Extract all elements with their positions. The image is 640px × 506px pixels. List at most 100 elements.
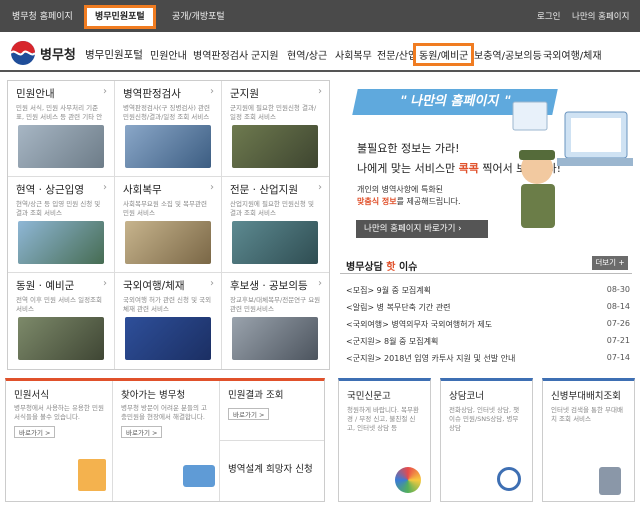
card-visiting-service[interactable]: 찾아가는 병무청 병무청 방문이 어려운 분들의 고충민원을 현장에서 해결합니… [113, 381, 220, 501]
nav-reserve[interactable]: 동원/예비군 [413, 43, 475, 66]
chevron-right-icon: › [210, 86, 214, 97]
tile-desc: 현역/상근 등 입영 민원 신청 및 결과 조회 서비스 [16, 200, 101, 217]
tile-exam[interactable]: 병역판정검사 병역판정검사(구 징병검사) 관련 민원신청/결과/일정 조회 서… [115, 81, 222, 177]
tile-title: 후보생 · 공보의등 [230, 280, 308, 292]
nav-military-apply[interactable]: 군지원 [251, 47, 279, 62]
tile-desc: 전역 이후 민원 서비스 일정조회 서비스 [16, 296, 103, 313]
tile-photo [18, 125, 104, 168]
tile-photo [18, 317, 104, 360]
tile-title: 병역판정검사 [123, 88, 181, 100]
chevron-right-icon: › [103, 86, 107, 97]
card-desc: 인터넷 검색을 통한 부대배치 조회 서비스 [551, 406, 623, 423]
clock-icon [497, 467, 521, 491]
card-desc: 병무청 방문이 어려운 분들의 고충민원을 현장에서 해결합니다. [121, 404, 208, 421]
tile-reserve[interactable]: 동원 · 예비군 전역 이후 민원 서비스 일정조회 서비스 › [8, 273, 115, 369]
tile-desc: 장교후보/대체복무/전문연구 요원 관련 민원서비스 [230, 296, 321, 313]
shortcut-button[interactable]: 바로가기 > [121, 426, 163, 438]
card-title: 민원결과 조회 [228, 390, 284, 401]
chevron-right-icon: › [103, 182, 107, 193]
document-icon [78, 459, 106, 491]
nav-exam[interactable]: 병역판정검사 [193, 47, 248, 62]
card-consult[interactable]: 상담코너 전화상담, 인터넷 상담, 챗이슈 민원/SNS상담, 병무상담 [440, 378, 533, 502]
tile-desc: 민원 서식, 민원 사무처리 기준표, 민원 서비스 등 관련 기타 안내 [16, 104, 103, 121]
tile-title: 현역 · 상근입영 [16, 184, 84, 196]
more-button[interactable]: 더보기 + [592, 256, 628, 270]
chevron-right-icon: › [103, 278, 107, 289]
issue-item[interactable]: <모집> 9월 중 모집계획 08-30 [346, 285, 630, 296]
tile-photo [125, 317, 211, 360]
card-career-design[interactable]: 병역설계 희망자 신청 [220, 455, 324, 501]
tile-title: 군지원 [230, 88, 259, 100]
card-desc: 청원하게 바랍니다. 복무환경 / 부정 신고, 불친절 신고, 인터넷 상담 … [347, 406, 419, 432]
dog-tag-icon [599, 467, 621, 495]
tile-social-service[interactable]: 사회복무 사회복무요원 소집 및 복무관련 민원 서비스 › [115, 177, 222, 273]
card-title: 신병부대배치조회 [551, 391, 621, 402]
tile-desc: 군지원에 필요한 민원신청 결과/일정 조회 서비스 [230, 104, 317, 121]
car-icon [183, 465, 215, 487]
tile-title: 동원 · 예비군 [16, 280, 75, 292]
shortcut-button[interactable]: 바로가기 > [228, 408, 270, 420]
tile-supplementary[interactable]: 후보생 · 공보의등 장교후보/대체복무/전문연구 요원 관련 민원서비스 › [222, 273, 329, 369]
soldier-laptop-illustration [512, 101, 633, 228]
tile-desc: 병역판정검사(구 징병검사) 관련 민원신청/결과/일정 조회 서비스 [123, 104, 210, 121]
card-forms[interactable]: 민원서식 병무청에서 사용하는 유용한 민원서식들을 볼수 있습니다. 바로가기… [6, 381, 113, 501]
my-homepage-button[interactable]: 나만의 홈페이지 바로가기 › [356, 220, 488, 238]
tile-title: 사회복무 [123, 184, 162, 196]
tile-photo [18, 221, 104, 264]
tile-professional[interactable]: 전문 · 산업지원 산업지원에 필요한 민원신청 및 결과 조회 서비스 › [222, 177, 329, 273]
tile-overseas[interactable]: 국외여행/체재 국외여행 허가 관련 신청 및 국외체재 관련 서비스 › [115, 273, 222, 369]
tile-desc: 국외여행 허가 관련 신청 및 국외체재 관련 서비스 [123, 296, 212, 313]
tile-desc: 사회복무요원 소집 및 복무관련 민원 서비스 [123, 200, 207, 217]
card-desc: 병무청에서 사용하는 유용한 민원서식들을 볼수 있습니다. [14, 404, 104, 421]
card-sinmungo[interactable]: 국민신문고 청원하게 바랍니다. 복무환경 / 부정 신고, 불친절 신고, 인… [338, 378, 431, 502]
tab-mma-home[interactable]: 병무청 홈페이지 [4, 8, 81, 26]
issue-item[interactable]: <군지원> 8월 중 모집계획 07-21 [346, 336, 630, 347]
nav-social-service[interactable]: 사회복무 [335, 47, 372, 62]
shortcut-button[interactable]: 바로가기 > [14, 426, 56, 438]
card-title: 병역설계 희망자 신청 [228, 464, 313, 475]
tile-photo [232, 317, 318, 360]
tile-title: 국외여행/체재 [123, 280, 185, 292]
chevron-right-icon: › [318, 86, 322, 97]
divider [340, 273, 632, 274]
card-title: 국민신문고 [347, 391, 391, 402]
tile-military-apply[interactable]: 군지원 군지원에 필요한 민원신청 결과/일정 조회 서비스 › [222, 81, 329, 177]
tile-photo [232, 221, 318, 264]
card-title: 찾아가는 병무청 [121, 390, 186, 401]
chevron-right-icon: › [210, 182, 214, 193]
tile-civil-guide[interactable]: 민원안내 민원 서식, 민원 사무처리 기준표, 민원 서비스 등 관련 기타 … [8, 81, 115, 177]
card-title: 상담코너 [449, 391, 484, 402]
chevron-right-icon: › [210, 278, 214, 289]
tab-open-portal[interactable]: 공개/개방포털 [164, 8, 233, 26]
bottom-left-panel: 민원서식 병무청에서 사용하는 유용한 민원서식들을 볼수 있습니다. 바로가기… [5, 378, 325, 502]
tile-active-duty[interactable]: 현역 · 상근입영 현역/상근 등 입영 민원 신청 및 결과 조회 서비스 › [8, 177, 115, 273]
card-title: 민원서식 [14, 390, 49, 401]
card-unit-assignment[interactable]: 신병부대배치조회 인터넷 검색을 통한 부대배치 조회 서비스 [542, 378, 635, 502]
nav-supplementary[interactable]: 보충역/공보의등 [474, 47, 542, 62]
nav-civil-guide[interactable]: 민원안내 [150, 47, 187, 62]
tile-title: 민원안내 [16, 88, 55, 100]
mma-logo-icon[interactable] [8, 40, 38, 66]
chevron-right-icon: › [318, 182, 322, 193]
issue-item[interactable]: <국외여행> 병역의무자 국외여행허가 제도 07-26 [346, 319, 630, 330]
promo-line1: 불필요한 정보는 가라! [357, 142, 460, 155]
login-link[interactable]: 로그인 [537, 8, 560, 26]
lollipop-icon [395, 467, 421, 493]
bottom-right-panel: 국민신문고 청원하게 바랍니다. 복무환경 / 부정 신고, 불친절 신고, 인… [338, 378, 635, 502]
portal-title[interactable]: 병무민원포털 [85, 47, 143, 62]
my-homepage-link[interactable]: 나만의 홈페이지 [572, 8, 629, 26]
nav-active-duty[interactable]: 현역/상근 [287, 47, 327, 62]
issue-item[interactable]: <군지원> 2018년 입영 카투사 지원 및 선발 안내 07-14 [346, 353, 630, 364]
issue-item[interactable]: <알림> 병 복무단축 기간 관련 08-14 [346, 302, 630, 313]
nav-professional[interactable]: 전문/산업 [377, 47, 417, 62]
tab-civil-portal[interactable]: 병무민원포털 [84, 5, 156, 29]
service-tiles-grid: 민원안내 민원 서식, 민원 사무처리 기준표, 민원 서비스 등 관련 기타 … [7, 80, 330, 370]
tile-photo [232, 125, 318, 168]
card-desc: 전화상담, 인터넷 상담, 챗이슈 민원/SNS상담, 병무상담 [449, 406, 520, 432]
card-result-check[interactable]: 민원결과 조회 바로가기 > [220, 381, 324, 441]
hot-issue-heading: 병무상담 핫 이슈 [346, 262, 418, 273]
promo-line3: 개인의 병역사항에 특화된 [357, 185, 444, 194]
logo-text[interactable]: 병무청 [40, 44, 76, 63]
nav-overseas[interactable]: 국외여행/체재 [543, 47, 602, 62]
tile-title: 전문 · 산업지원 [230, 184, 298, 196]
